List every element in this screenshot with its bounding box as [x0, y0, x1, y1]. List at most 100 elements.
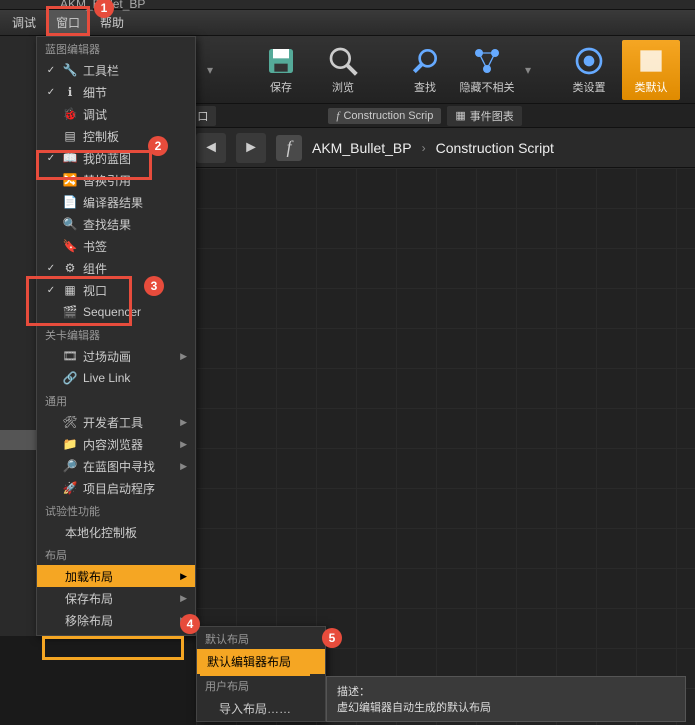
movie-icon: 🎞	[63, 349, 77, 363]
menu-findinbp[interactable]: 🔎在蓝图中寻找▶	[37, 455, 195, 477]
bug-icon: 🐞	[63, 107, 77, 121]
menu-localpanel[interactable]: 本地化控制板	[37, 521, 195, 543]
save-button[interactable]: 保存	[252, 40, 310, 100]
tooltip: 描述： 虚幻编辑器自动生成的默认布局	[326, 676, 686, 722]
tab-construction[interactable]: fConstruction Scrip	[328, 108, 441, 124]
menu-detail[interactable]: ✓ℹ细节	[37, 81, 195, 103]
chevron-right-icon: ▶	[180, 461, 187, 472]
menu-launcher[interactable]: 🚀项目启动程序	[37, 477, 195, 499]
chevron-right-icon: ▶	[180, 439, 187, 450]
settings-button[interactable]: 类设置	[560, 40, 618, 100]
hide-dropdown[interactable]: ▾	[518, 63, 538, 77]
defaults-label: 类默认	[635, 79, 668, 95]
menu-viewport[interactable]: ✓▦视口	[37, 279, 195, 301]
breadcrumb-sep: ›	[422, 141, 426, 155]
info-icon: ℹ	[63, 85, 77, 99]
chevron-right-icon: ▶	[180, 571, 187, 582]
menu-findres[interactable]: 🔍查找结果	[37, 213, 195, 235]
menu-livelink[interactable]: 🔗Live Link	[37, 367, 195, 389]
section-common: 通用	[37, 389, 195, 411]
find-button[interactable]: 查找	[396, 40, 454, 100]
check-icon: ✓	[45, 263, 57, 274]
book-icon: 📖	[63, 151, 77, 165]
browse-label: 浏览	[332, 79, 354, 95]
menu-component[interactable]: ✓⚙组件	[37, 257, 195, 279]
bookmark-icon: 🔖	[63, 239, 77, 253]
menu-compile[interactable]: 📄编译器结果	[37, 191, 195, 213]
rocket-icon: 🚀	[63, 481, 77, 495]
check-icon: ✓	[45, 87, 57, 98]
check-icon: ✓	[45, 153, 57, 164]
hide-button[interactable]: 隐藏不相关	[458, 40, 516, 100]
sub-section-default: 默认布局	[197, 627, 325, 649]
check-icon: ✓	[45, 285, 57, 296]
callout-3: 3	[144, 276, 164, 296]
menu-removelayout[interactable]: 移除布局▶	[37, 609, 195, 631]
menu-content[interactable]: 📁内容浏览器▶	[37, 433, 195, 455]
section-layout: 布局	[37, 543, 195, 565]
tooltip-text: 虚幻编辑器自动生成的默认布局	[337, 699, 675, 715]
callout-2: 2	[148, 136, 168, 156]
section-exp: 试验性功能	[37, 499, 195, 521]
link-icon: 🔗	[63, 371, 77, 385]
menu-loadlayout[interactable]: 加载布局▶	[37, 565, 195, 587]
menu-toolbar[interactable]: ✓🔧工具栏	[37, 59, 195, 81]
browse-button[interactable]: 浏览	[314, 40, 372, 100]
chevron-right-icon: ▶	[180, 417, 187, 428]
sequencer-icon: 🎬	[63, 305, 77, 319]
section-bp-editor: 蓝图编辑器	[37, 37, 195, 59]
callout-5: 5	[322, 628, 342, 648]
chevron-right-icon: ▶	[180, 351, 187, 362]
menu-bookmark[interactable]: 🔖书签	[37, 235, 195, 257]
defaults-button[interactable]: 类默认	[622, 40, 680, 100]
submenu-default-editor-layout[interactable]: 默认编辑器布局	[197, 649, 325, 674]
menu-devtools[interactable]: 🛠开发者工具▶	[37, 411, 195, 433]
menu-debug[interactable]: 🐞调试	[37, 103, 195, 125]
magnifier-icon	[327, 45, 359, 77]
submenu-import-layout[interactable]: 导入布局……	[197, 696, 325, 721]
find-icon	[409, 45, 441, 77]
nav-forward-button[interactable]: ►	[236, 133, 266, 163]
window-menu-dropdown: 蓝图编辑器 ✓🔧工具栏 ✓ℹ细节 🐞调试 ▤控制板 ✓📖我的蓝图 🔀替换引用 📄…	[36, 36, 196, 636]
save-icon	[265, 45, 297, 77]
nav-back-button[interactable]: ◄	[196, 133, 226, 163]
sub-section-user: 用户布局	[197, 674, 325, 696]
menu-window[interactable]: 窗口	[46, 10, 90, 35]
component-icon: ⚙	[63, 261, 77, 275]
loadlayout-submenu: 默认布局 默认编辑器布局 用户布局 导入布局……	[196, 626, 326, 722]
check-icon: ✓	[45, 65, 57, 76]
menu-cutscene[interactable]: 🎞过场动画▶	[37, 345, 195, 367]
tools-icon: 🛠	[63, 415, 77, 429]
folder-icon: 📁	[63, 437, 77, 451]
breadcrumb-item2[interactable]: Construction Script	[436, 140, 554, 156]
toolbar-dropdown-left[interactable]: ▾	[200, 63, 220, 77]
tooltip-label: 描述：	[337, 683, 675, 699]
left-panel-splitter[interactable]	[0, 430, 36, 450]
search-icon: 🔍	[63, 217, 77, 231]
tab-events[interactable]: ▦事件图表	[447, 106, 521, 126]
switch-icon: 🔀	[63, 173, 77, 187]
highlight-box-4	[42, 636, 184, 660]
menu-debug[interactable]: 调试	[2, 10, 46, 35]
gear-icon	[573, 45, 605, 77]
menu-savelayout[interactable]: 保存布局▶	[37, 587, 195, 609]
defaults-icon	[635, 45, 667, 77]
fn-badge: f	[276, 135, 302, 161]
chevron-right-icon: ▶	[180, 593, 187, 604]
settings-label: 类设置	[573, 79, 606, 95]
fn-icon: f	[336, 110, 339, 122]
compile-icon: 📄	[63, 195, 77, 209]
section-level: 关卡编辑器	[37, 323, 195, 345]
menu-panel[interactable]: ▤控制板	[37, 125, 195, 147]
viewport-icon: ▦	[63, 283, 77, 297]
menu-sequencer[interactable]: 🎬Sequencer	[37, 301, 195, 323]
find-label: 查找	[414, 79, 436, 95]
search-bp-icon: 🔎	[63, 459, 77, 473]
breadcrumb-item1[interactable]: AKM_Bullet_BP	[312, 140, 412, 156]
callout-4: 4	[180, 614, 200, 634]
grid-icon: ▦	[455, 109, 465, 122]
left-panel-collapsed	[0, 36, 36, 636]
save-label: 保存	[270, 79, 292, 95]
menu-myblueprint[interactable]: ✓📖我的蓝图	[37, 147, 195, 169]
menu-switch[interactable]: 🔀替换引用	[37, 169, 195, 191]
